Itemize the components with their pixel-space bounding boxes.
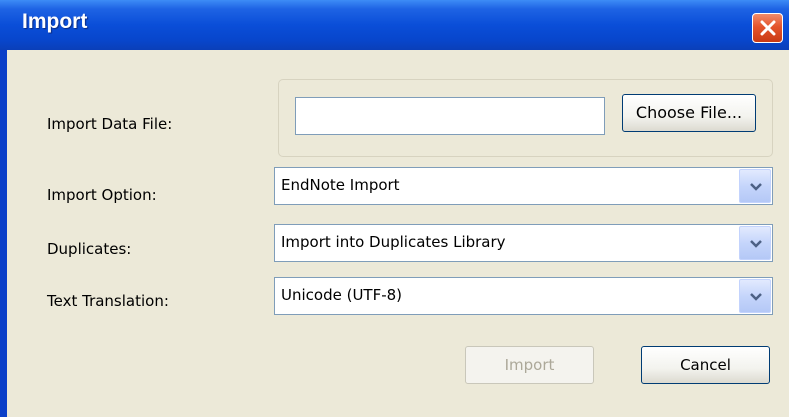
import-data-file-label: Import Data File: (47, 115, 173, 133)
import-option-select[interactable]: EndNote Import (274, 167, 773, 205)
import-dialog: Import Import Data File: Choose File... … (0, 0, 789, 417)
title-bar[interactable]: Import (0, 0, 789, 50)
import-option-label: Import Option: (47, 186, 157, 204)
chevron-down-icon (750, 293, 762, 301)
window-title: Import (22, 10, 88, 33)
chevron-down-icon (750, 183, 762, 191)
import-option-dropdown-button[interactable] (739, 169, 771, 203)
duplicates-dropdown-button[interactable] (739, 226, 771, 260)
import-option-value: EndNote Import (281, 176, 400, 194)
duplicates-select[interactable]: Import into Duplicates Library (274, 224, 773, 262)
text-translation-dropdown-button[interactable] (739, 279, 771, 313)
duplicates-value: Import into Duplicates Library (281, 233, 506, 251)
choose-file-button[interactable]: Choose File... (622, 94, 756, 132)
close-icon (760, 20, 776, 36)
import-button[interactable]: Import (465, 346, 594, 384)
dialog-body: Import Data File: Choose File... Import … (7, 50, 789, 417)
text-translation-value: Unicode (UTF-8) (281, 286, 403, 304)
text-translation-select[interactable]: Unicode (UTF-8) (274, 277, 773, 315)
import-data-file-input[interactable] (295, 97, 605, 135)
cancel-button[interactable]: Cancel (641, 346, 770, 384)
close-button[interactable] (752, 13, 783, 43)
text-translation-label: Text Translation: (47, 292, 169, 310)
chevron-down-icon (750, 240, 762, 248)
duplicates-label: Duplicates: (47, 240, 132, 258)
